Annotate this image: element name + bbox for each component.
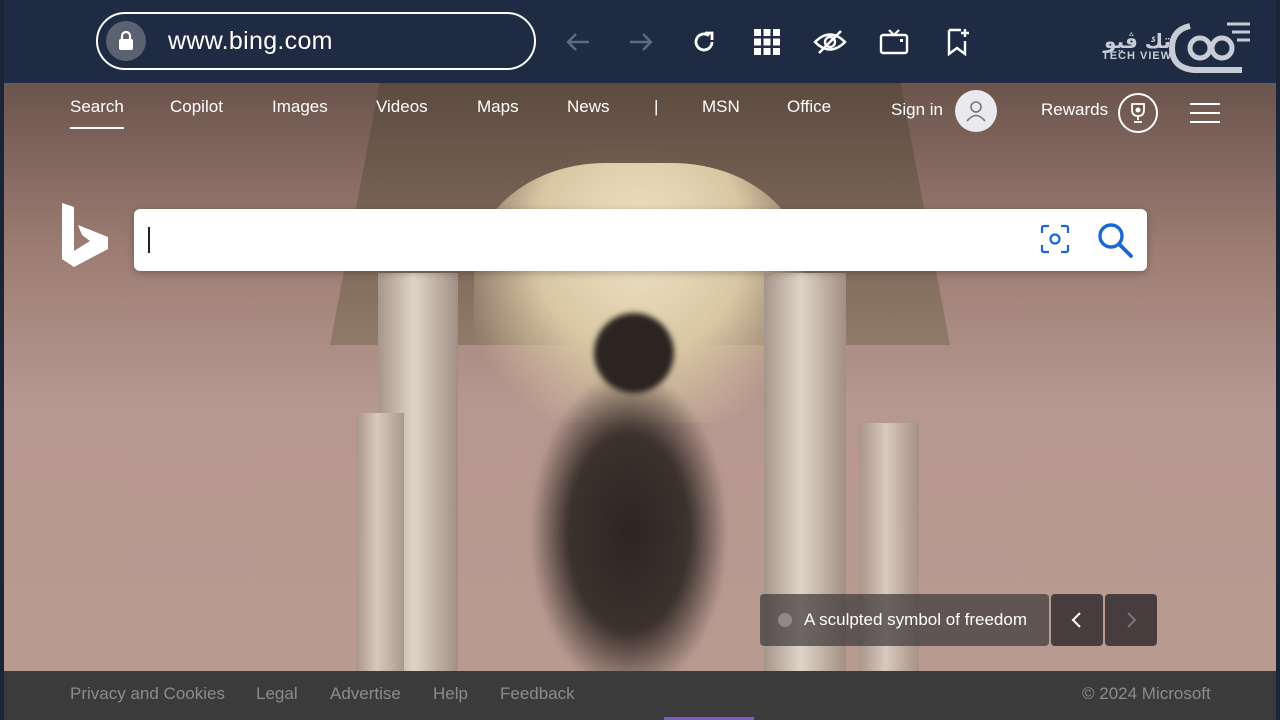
search-box[interactable] — [134, 209, 1147, 271]
location-pin-icon — [778, 613, 792, 627]
nav-copilot[interactable]: Copilot — [170, 97, 223, 117]
nav-search[interactable]: Search — [70, 97, 124, 129]
trophy-icon[interactable] — [1118, 93, 1158, 133]
hamburger-menu-icon[interactable] — [1190, 103, 1220, 123]
bing-homepage: Search Copilot Images Videos Maps News |… — [4, 83, 1276, 671]
eye-off-icon[interactable] — [812, 24, 848, 60]
footer-copyright: © 2024 Microsoft — [1082, 684, 1211, 703]
nav-videos[interactable]: Videos — [376, 97, 428, 117]
next-image-button[interactable] — [1105, 594, 1157, 646]
image-caption[interactable]: A sculpted symbol of freedom — [760, 594, 1049, 646]
address-bar[interactable]: www.bing.com — [96, 12, 536, 70]
background-statue-head — [594, 313, 674, 393]
visual-search-icon[interactable] — [1040, 224, 1070, 254]
text-caret — [148, 227, 150, 253]
nav-news[interactable]: News — [567, 97, 610, 117]
back-arrow-icon[interactable] — [560, 24, 596, 60]
add-bookmark-icon[interactable] — [940, 24, 976, 60]
apps-grid-icon[interactable] — [749, 24, 785, 60]
rewards-link[interactable]: Rewards — [1041, 100, 1108, 120]
footer-help-link[interactable]: Help — [433, 684, 468, 704]
footer-privacy-link[interactable]: Privacy and Cookies — [70, 684, 225, 704]
footer-advertise-link[interactable]: Advertise — [330, 684, 401, 704]
background-column — [356, 413, 404, 671]
nav-msn[interactable]: MSN — [702, 97, 740, 117]
nav-maps[interactable]: Maps — [477, 97, 519, 117]
browser-toolbar: www.bing.com تك ڤيو TECH VIEW — [4, 0, 1276, 83]
sign-in-link[interactable]: Sign in — [891, 100, 943, 120]
chevron-right-icon — [1127, 612, 1137, 628]
avatar-icon[interactable] — [955, 90, 997, 132]
url-text[interactable]: www.bing.com — [168, 27, 333, 56]
bing-logo[interactable] — [60, 201, 110, 269]
chevron-left-icon — [1071, 612, 1081, 628]
lock-icon[interactable] — [106, 21, 146, 61]
reload-icon[interactable] — [686, 24, 722, 60]
page-footer: Privacy and Cookies Legal Advertise Help… — [4, 671, 1276, 720]
tv-icon[interactable] — [876, 24, 912, 60]
footer-feedback-link[interactable]: Feedback — [500, 684, 575, 704]
previous-image-button[interactable] — [1051, 594, 1103, 646]
browser-window: www.bing.com تك ڤيو TECH VIEW Search Cop… — [4, 0, 1276, 720]
nav-divider: | — [654, 97, 659, 116]
caption-text[interactable]: A sculpted symbol of freedom — [804, 610, 1027, 630]
nav-office[interactable]: Office — [787, 97, 831, 117]
watermark-text: TECH VIEW — [1102, 50, 1173, 62]
search-icon[interactable] — [1096, 221, 1134, 259]
forward-arrow-icon[interactable] — [623, 24, 659, 60]
footer-legal-link[interactable]: Legal — [256, 684, 298, 704]
tech-view-logo: تك ڤيو TECH VIEW — [1102, 18, 1252, 78]
nav-images[interactable]: Images — [272, 97, 328, 117]
